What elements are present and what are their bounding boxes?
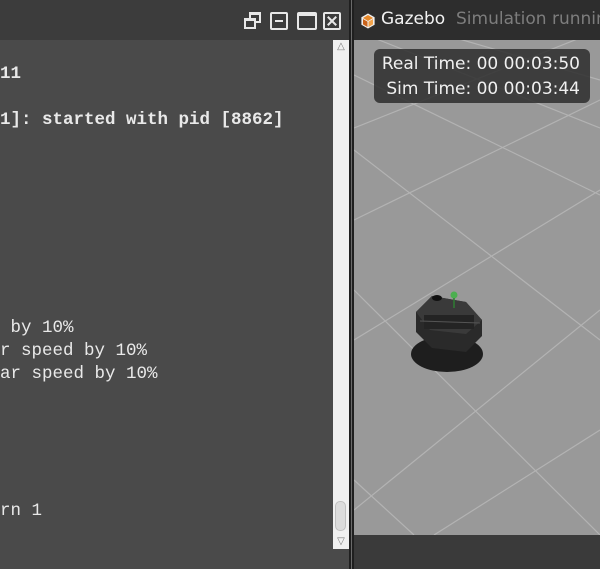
sim-time-display: Sim Time: 00 00:03:44 [386,79,580,99]
terminal-line: ar speed by 10% [0,364,158,384]
terminal-line: by 10% [0,318,74,338]
terminal-line: rn 1 [0,501,43,521]
scroll-up-icon[interactable]: △ [335,41,347,53]
real-time-value: 00 00:03:50 [476,54,580,74]
gazebo-logo-icon [360,12,376,30]
gazebo-titlebar: Gazebo Simulation running [354,0,600,40]
maximize-window-icon[interactable] [297,12,317,30]
terminal-line: 1]: started with pid [8862] [0,110,284,130]
scroll-down-icon[interactable]: ▽ [335,536,347,548]
gazebo-app-title: Gazebo [381,9,446,29]
sim-time-label: Sim Time: [386,79,472,99]
terminal-bottom-edge [0,549,349,569]
restore-window-icon[interactable] [244,12,262,30]
terminal-output[interactable]: 11 1]: started with pid [8862] by 10% r … [0,40,333,549]
sim-time-value: 00 00:03:44 [476,79,580,99]
gazebo-window: Gazebo Simulation running [354,0,600,569]
real-time-display: Real Time: 00 00:03:50 [382,54,580,74]
terminal-scrollbar[interactable]: △ ▽ [333,40,349,549]
simulation-status: Simulation running [456,9,600,29]
scrollbar-thumb[interactable] [335,501,346,531]
close-window-icon[interactable] [323,12,341,30]
terminal-window: 11 1]: started with pid [8862] by 10% r … [0,0,349,569]
ground-plane [354,40,600,535]
real-time-label: Real Time: [381,54,472,74]
gazebo-bottom-toolbar [354,535,600,569]
minimize-window-icon[interactable] [270,12,288,30]
terminal-line: r speed by 10% [0,341,148,361]
time-overlay: Real Time: 00 00:03:50 Sim Time: 00 00:0… [374,49,590,103]
terminal-line: 11 [0,64,22,84]
simulation-viewport[interactable]: Real Time: 00 00:03:50 Sim Time: 00 00:0… [354,40,600,535]
terminal-titlebar [0,0,349,40]
